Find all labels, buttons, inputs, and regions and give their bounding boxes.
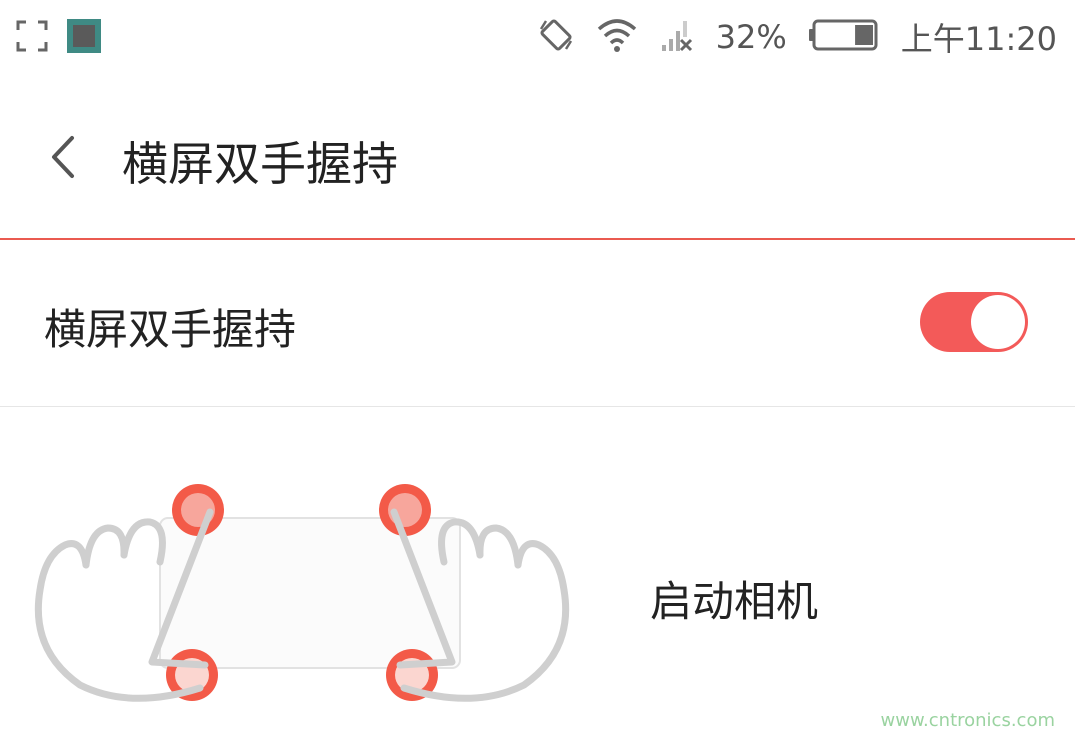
row-divider <box>0 406 1075 407</box>
page-title: 横屏双手握持 <box>122 137 398 191</box>
phone-outline <box>159 517 461 669</box>
chevron-left-icon <box>52 136 74 178</box>
battery-icon <box>808 18 879 56</box>
battery-percent: 32% <box>715 18 787 56</box>
back-button[interactable] <box>44 132 84 182</box>
wifi-icon <box>596 17 638 57</box>
signal-no-sim-icon <box>660 17 694 57</box>
setting-row[interactable]: 横屏双手握持 <box>0 240 1075 406</box>
app-notification-icon <box>66 18 102 58</box>
setting-label: 横屏双手握持 <box>44 305 297 354</box>
status-time: 上午11:20 <box>900 20 1057 58</box>
auto-rotate-icon <box>538 17 574 57</box>
touch-point-top-right <box>379 484 431 536</box>
title-bar: 横屏双手握持 <box>0 100 1075 220</box>
screenshot-frame-icon <box>16 20 48 56</box>
two-hand-grip-illustration <box>20 470 600 720</box>
watermark: www.cntronics.com <box>880 710 1055 731</box>
toggle-knob <box>971 295 1025 349</box>
touch-point-top-left <box>172 484 224 536</box>
status-bar: 32% 上午11:20 <box>0 0 1075 75</box>
gesture-action-label: 启动相机 <box>650 577 819 626</box>
battery-fill <box>854 25 873 45</box>
landscape-grip-toggle[interactable] <box>920 292 1028 352</box>
